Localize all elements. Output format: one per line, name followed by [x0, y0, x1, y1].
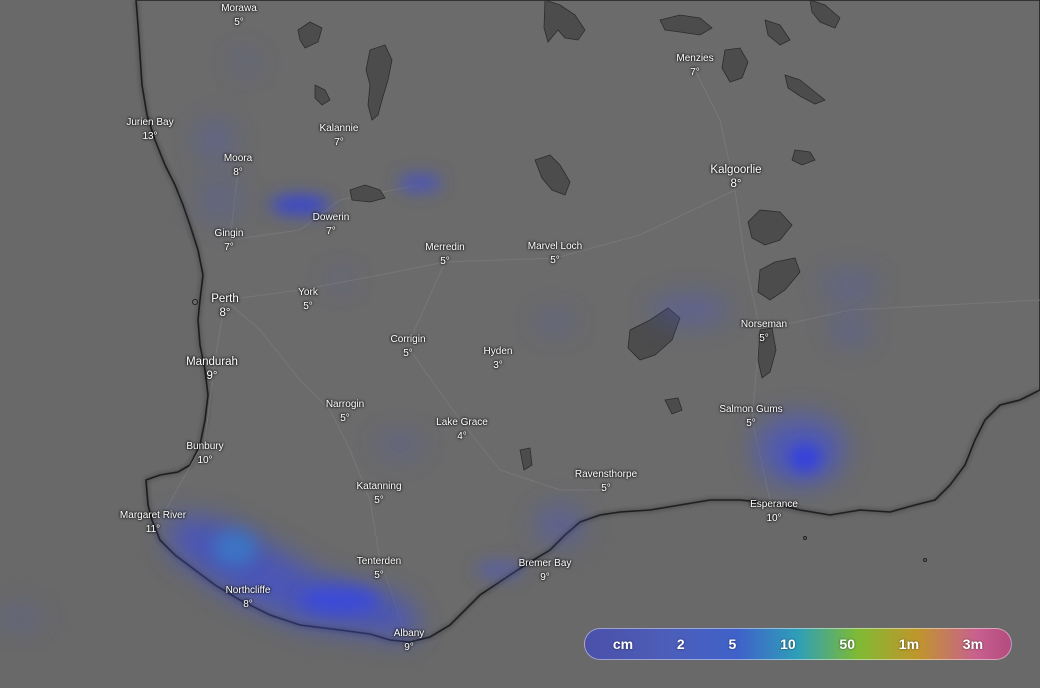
city-temperature: 5°: [746, 418, 756, 429]
city-tenterden[interactable]: Tenterden 5°: [357, 555, 401, 583]
city-name: Kalannie: [319, 123, 359, 134]
city-temperature: 8°: [730, 178, 742, 190]
city-name: Kalgoorlie: [710, 164, 762, 176]
legend-label-5: 5: [728, 636, 737, 652]
city-temperature: 5°: [403, 348, 413, 359]
city-temperature: 4°: [457, 431, 467, 442]
legend-label-50: 50: [839, 636, 855, 652]
city-name: Jurien Bay: [126, 117, 174, 128]
city-temperature: 5°: [340, 413, 350, 424]
city-temperature: 8°: [219, 307, 231, 319]
city-bremer-bay[interactable]: Bremer Bay 9°: [519, 557, 572, 585]
legend-label-1m: 1m: [898, 636, 920, 652]
city-salmon-gums[interactable]: Salmon Gums 5°: [719, 403, 782, 431]
city-merredin[interactable]: Merredin 5°: [425, 241, 464, 269]
city-name: Hyden: [483, 346, 513, 357]
city-temperature: 9°: [206, 370, 218, 382]
city-temperature: 8°: [243, 599, 253, 610]
city-temperature: 8°: [233, 167, 243, 178]
city-northcliffe[interactable]: Northcliffe 8°: [226, 584, 271, 612]
city-name: Tenterden: [356, 556, 402, 567]
city-temperature: 13°: [142, 131, 158, 142]
city-kalgoorlie[interactable]: Kalgoorlie 8°: [710, 163, 761, 191]
city-temperature: 7°: [334, 137, 344, 148]
city-jurien-bay[interactable]: Jurien Bay 13°: [126, 116, 173, 144]
city-hyden[interactable]: Hyden 3°: [484, 345, 513, 373]
city-name: Lake Grace: [436, 417, 488, 428]
city-temperature: 5°: [374, 570, 384, 581]
city-bunbury[interactable]: Bunbury 10°: [186, 440, 223, 468]
city-name: Katanning: [356, 481, 402, 492]
city-lake-grace[interactable]: Lake Grace 4°: [436, 416, 488, 444]
city-name: Morawa: [221, 3, 257, 14]
city-name: Dowerin: [312, 212, 350, 223]
legend-label-cm: cm: [612, 636, 634, 652]
city-york[interactable]: York 5°: [298, 286, 318, 314]
city-name: Moora: [223, 153, 253, 164]
city-temperature: 7°: [224, 242, 234, 253]
city-temperature: 7°: [690, 67, 700, 78]
city-temperature: 5°: [234, 17, 244, 28]
island: [192, 299, 198, 305]
city-name: Narrogin: [325, 399, 365, 410]
city-perth[interactable]: Perth 8°: [211, 292, 239, 320]
city-name: Mandurah: [186, 356, 238, 368]
city-name: Gingin: [214, 228, 244, 239]
legend-label-3m: 3m: [962, 636, 984, 652]
city-name: Albany: [393, 628, 425, 639]
city-temperature: 3°: [493, 360, 503, 371]
legend-label-10: 10: [780, 636, 796, 652]
city-morawa[interactable]: Morawa 5°: [221, 2, 257, 30]
city-narrogin[interactable]: Narrogin 5°: [326, 398, 364, 426]
rain-legend[interactable]: cm 2 5 10 50 1m 3m: [584, 628, 1012, 660]
city-name: Margaret River: [119, 510, 187, 521]
weather-map[interactable]: Morawa 5° Jurien Bay 13° Kalannie 7° Menzies 7°…: [0, 0, 1040, 688]
city-corrigin[interactable]: Corrigin 5°: [390, 333, 425, 361]
city-name: Bremer Bay: [518, 558, 572, 569]
city-gingin[interactable]: Gingin 7°: [215, 227, 244, 255]
city-norseman[interactable]: Norseman 5°: [741, 318, 787, 346]
city-ravensthorpe[interactable]: Ravensthorpe 5°: [575, 468, 637, 496]
city-temperature: 11°: [145, 524, 161, 535]
city-esperance[interactable]: Esperance 10°: [750, 498, 798, 526]
city-mandurah[interactable]: Mandurah 9°: [186, 355, 238, 383]
city-katanning[interactable]: Katanning 5°: [356, 480, 401, 508]
city-name: Esperance: [750, 499, 798, 510]
city-name: Northcliffe: [225, 585, 271, 596]
city-temperature: 5°: [374, 495, 384, 506]
city-margaret-river[interactable]: Margaret River 11°: [120, 509, 186, 537]
city-temperature: 9°: [404, 642, 414, 653]
city-albany[interactable]: Albany 9°: [394, 627, 425, 655]
city-temperature: 10°: [197, 455, 213, 466]
city-temperature: 9°: [540, 572, 550, 583]
city-name: Salmon Gums: [719, 404, 783, 415]
city-temperature: 5°: [550, 255, 560, 266]
city-menzies[interactable]: Menzies 7°: [676, 52, 713, 80]
city-temperature: 5°: [601, 483, 611, 494]
city-name: Norseman: [740, 319, 788, 330]
city-name: Ravensthorpe: [574, 469, 638, 480]
city-name: Menzies: [676, 53, 714, 64]
city-name: Bunbury: [186, 441, 224, 452]
city-moora[interactable]: Moora 8°: [224, 152, 252, 180]
city-temperature: 5°: [440, 256, 450, 267]
city-marvel-loch[interactable]: Marvel Loch 5°: [528, 240, 582, 268]
city-temperature: 7°: [326, 226, 336, 237]
city-temperature: 5°: [303, 301, 313, 312]
city-name: Merredin: [425, 242, 465, 253]
city-dowerin[interactable]: Dowerin 7°: [313, 211, 350, 239]
city-name: Perth: [211, 293, 239, 305]
city-kalannie[interactable]: Kalannie 7°: [320, 122, 359, 150]
legend-label-2: 2: [676, 636, 685, 652]
city-name: Corrigin: [390, 334, 426, 345]
city-name: York: [298, 287, 318, 298]
city-name: Marvel Loch: [527, 241, 583, 252]
city-temperature: 5°: [759, 333, 769, 344]
city-temperature: 10°: [766, 513, 782, 524]
